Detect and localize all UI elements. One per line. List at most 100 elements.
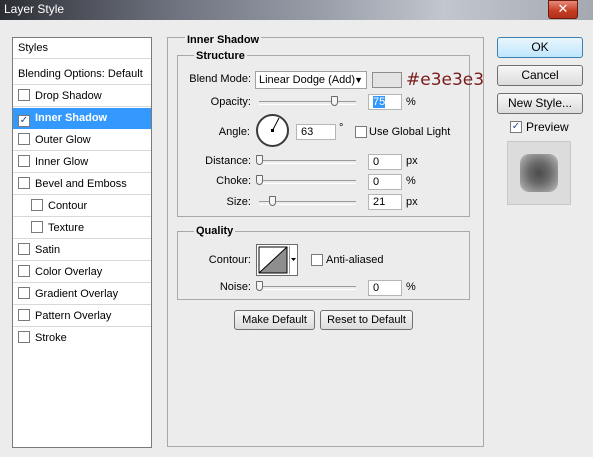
list-item-satin[interactable]: Satin [13, 240, 151, 261]
list-item-label: Gradient Overlay [35, 288, 119, 300]
angle-dial-needle [271, 117, 280, 132]
chevron-down-icon: ▼ [354, 75, 363, 85]
pattern-overlay-checkbox[interactable] [18, 309, 30, 321]
title-bar: Layer Style ✕ [0, 0, 593, 20]
list-item-label: Inner Glow [35, 156, 89, 168]
choke-input[interactable]: 0 [368, 174, 402, 190]
anti-aliased-label[interactable]: Anti-aliased [326, 254, 383, 266]
list-item-label: Satin [35, 244, 61, 256]
blend-mode-value: Linear Dodge (Add) [259, 74, 356, 86]
noise-slider-thumb[interactable] [256, 281, 263, 291]
quality-title: Quality [194, 225, 236, 237]
noise-input[interactable]: 0 [368, 280, 402, 296]
list-item-label: Pattern Overlay [35, 310, 112, 322]
noise-label: Noise: [219, 281, 251, 293]
styles-header[interactable]: Styles [13, 38, 151, 59]
ok-button[interactable]: OK [497, 37, 583, 58]
distance-value: 0 [373, 156, 380, 168]
style-preview-thumbnail [507, 141, 571, 205]
distance-slider-track[interactable] [259, 160, 356, 164]
size-value: 21 [373, 196, 386, 208]
opacity-slider-track[interactable] [259, 101, 356, 105]
list-item-label: Color Overlay [35, 266, 103, 278]
preview-label[interactable]: Preview [526, 120, 569, 134]
angle-unit: ° [339, 122, 344, 134]
choke-unit: % [406, 175, 416, 187]
opacity-value: 75 [373, 96, 386, 108]
contour-label: Contour: [208, 254, 251, 266]
blend-mode-select[interactable]: Linear Dodge (Add) ▼ [255, 71, 367, 89]
list-item-stroke[interactable]: Stroke [13, 328, 151, 349]
choke-value: 0 [373, 176, 380, 188]
distance-input[interactable]: 0 [368, 154, 402, 170]
gradient-overlay-checkbox[interactable] [18, 287, 30, 299]
contour-checkbox[interactable] [31, 199, 43, 211]
list-item-inner-shadow[interactable]: ✓ Inner Shadow [13, 108, 151, 129]
blend-mode-label: Blend Mode: [189, 73, 251, 85]
opacity-input[interactable]: 75 [368, 94, 402, 110]
preview-shape [520, 154, 558, 192]
anti-aliased-checkbox[interactable] [311, 254, 323, 266]
noise-unit: % [406, 281, 416, 293]
inner-shadow-title: Inner Shadow [185, 34, 262, 46]
preview-checkbox[interactable]: ✓ [510, 121, 522, 133]
use-global-light-checkbox[interactable] [355, 126, 367, 138]
choke-label: Choke: [216, 175, 251, 187]
noise-value: 0 [373, 282, 380, 294]
drop-shadow-checkbox[interactable] [18, 89, 30, 101]
opacity-slider-thumb[interactable] [331, 96, 338, 106]
contour-picker[interactable] [256, 244, 298, 276]
stroke-checkbox[interactable] [18, 331, 30, 343]
list-item-label: Bevel and Emboss [35, 178, 127, 190]
list-item-label: Texture [48, 222, 85, 234]
shadow-color-swatch[interactable] [372, 72, 402, 88]
list-item-outer-glow[interactable]: Outer Glow [13, 130, 151, 151]
angle-dial[interactable] [256, 114, 289, 147]
list-item-gradient-overlay[interactable]: Gradient Overlay [13, 284, 151, 305]
reset-to-default-button[interactable]: Reset to Default [320, 310, 413, 330]
distance-unit: px [406, 155, 418, 167]
list-item-bevel-emboss[interactable]: Bevel and Emboss [13, 174, 151, 195]
list-item-label: Inner Shadow [35, 112, 108, 124]
cancel-button[interactable]: Cancel [497, 65, 583, 86]
list-item-texture[interactable]: Texture [13, 218, 151, 239]
blending-options-item[interactable]: Blending Options: Default [13, 64, 151, 85]
list-item-drop-shadow[interactable]: Drop Shadow [13, 86, 151, 107]
list-item-inner-glow[interactable]: Inner Glow [13, 152, 151, 173]
contour-curve-icon [258, 246, 296, 274]
list-item-pattern-overlay[interactable]: Pattern Overlay [13, 306, 151, 327]
angle-label: Angle: [218, 126, 250, 138]
list-item-label: Outer Glow [35, 134, 91, 146]
distance-slider-thumb[interactable] [256, 155, 263, 165]
close-button[interactable]: ✕ [548, 0, 578, 19]
color-hex-annotation: #e3e3e3 [406, 70, 485, 90]
choke-slider-track[interactable] [259, 180, 356, 184]
list-item-color-overlay[interactable]: Color Overlay [13, 262, 151, 283]
styles-list: Styles Blending Options: Default Drop Sh… [12, 37, 152, 448]
use-global-light-label[interactable]: Use Global Light [369, 126, 450, 138]
list-item-contour[interactable]: Contour [13, 196, 151, 217]
list-item-label: Stroke [35, 332, 67, 344]
outer-glow-checkbox[interactable] [18, 133, 30, 145]
distance-label: Distance: [205, 155, 251, 167]
size-label: Size: [226, 196, 251, 208]
inner-glow-checkbox[interactable] [18, 155, 30, 167]
angle-value: 63 [301, 126, 314, 138]
size-slider-thumb[interactable] [269, 196, 276, 206]
list-item-label: Contour [48, 200, 88, 212]
new-style-button[interactable]: New Style... [497, 93, 583, 114]
choke-slider-thumb[interactable] [256, 175, 263, 185]
opacity-label: Opacity: [210, 96, 251, 108]
window-title: Layer Style [4, 2, 65, 16]
color-overlay-checkbox[interactable] [18, 265, 30, 277]
size-input[interactable]: 21 [368, 194, 402, 210]
noise-slider-track[interactable] [259, 286, 356, 290]
make-default-button[interactable]: Make Default [234, 310, 315, 330]
size-unit: px [406, 196, 418, 208]
angle-input[interactable]: 63 [296, 124, 336, 140]
satin-checkbox[interactable] [18, 243, 30, 255]
bevel-emboss-checkbox[interactable] [18, 177, 30, 189]
texture-checkbox[interactable] [31, 221, 43, 233]
list-item-label: Drop Shadow [35, 90, 102, 102]
inner-shadow-checkbox[interactable]: ✓ [18, 115, 30, 127]
